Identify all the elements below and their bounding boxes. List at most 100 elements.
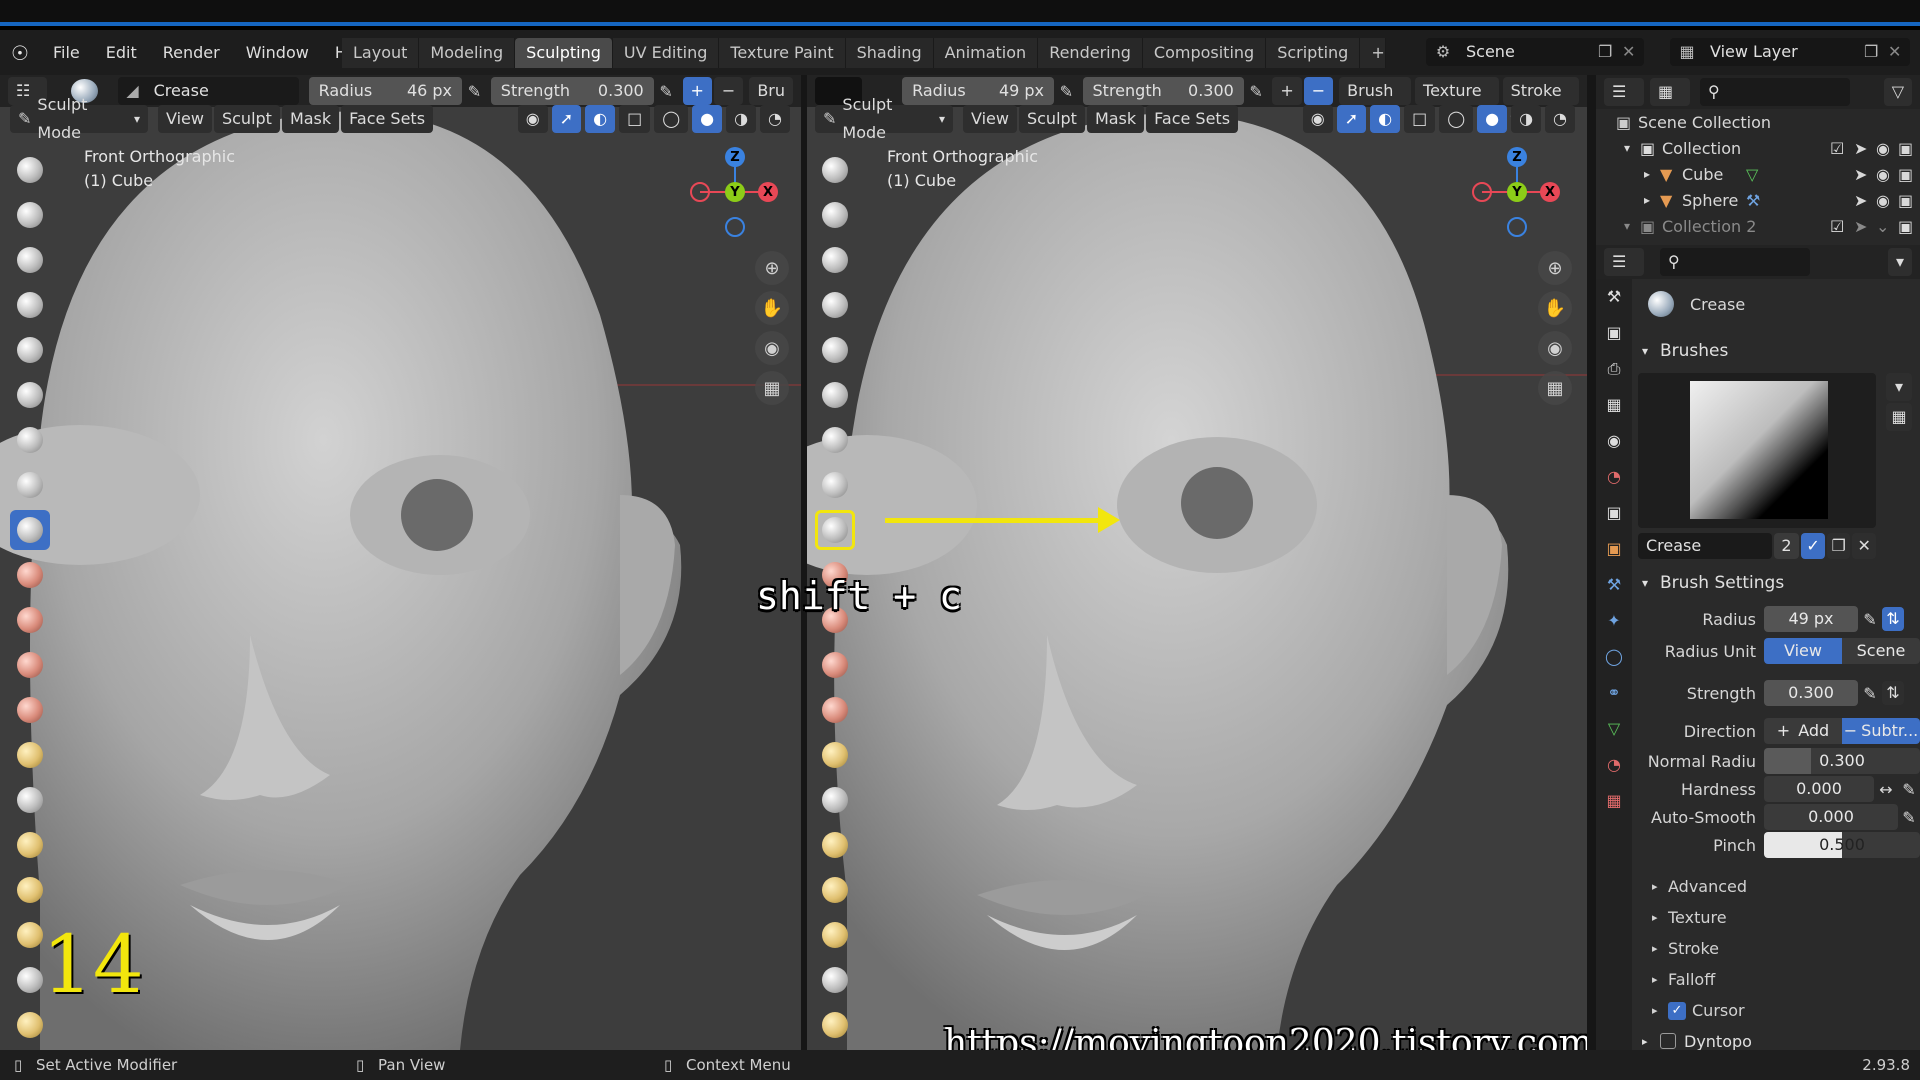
multiplane-scrape-brush-icon[interactable]: [10, 735, 50, 775]
properties-options-icon[interactable]: ▾: [1887, 248, 1912, 276]
properties-editor-type-icon[interactable]: ☰: [1604, 248, 1644, 276]
duplicate-brush-icon[interactable]: ❐: [1826, 533, 1851, 559]
overlay-toggle-icon[interactable]: ◐: [585, 105, 616, 133]
xray-toggle-icon[interactable]: □: [619, 105, 651, 133]
tab-rendering[interactable]: Rendering: [1038, 38, 1143, 68]
hardness-field[interactable]: 0.000: [1764, 776, 1874, 802]
brush-icon-button[interactable]: ▦: [1886, 403, 1912, 431]
left-radius-field[interactable]: Radius 46 px: [308, 77, 463, 105]
particles-tab-icon[interactable]: ✦: [1596, 603, 1632, 639]
view-layer-tab-icon[interactable]: ▦: [1596, 387, 1632, 423]
fill-brush-icon[interactable]: [10, 645, 50, 685]
right-crease-brush-icon[interactable]: [815, 510, 855, 550]
left-menu-sculpt[interactable]: Sculpt: [213, 105, 280, 133]
view-layer-selector[interactable]: ▦ View Layer ❐ ✕: [1670, 38, 1910, 66]
pinch-brush-icon[interactable]: [10, 780, 50, 820]
right-menu-sculpt[interactable]: Sculpt: [1018, 105, 1085, 133]
smooth-brush-icon[interactable]: [10, 555, 50, 595]
left-brush-menu[interactable]: Bru: [749, 77, 794, 105]
left-menu-view[interactable]: View: [158, 105, 212, 133]
right-ortho-grid-icon[interactable]: ▦: [1538, 371, 1572, 405]
outliner-row-collection[interactable]: ▾ ▣ Collection ☑ ➤ ◉ ▣: [1596, 135, 1920, 161]
right-radius-pressure-icon[interactable]: ✎: [1054, 82, 1079, 101]
flatten-brush-icon[interactable]: [10, 600, 50, 640]
tab-shading[interactable]: Shading: [845, 38, 934, 68]
right-elastic-deform-brush-icon[interactable]: [815, 870, 855, 910]
brush-thumbnail-frame[interactable]: [1638, 373, 1876, 528]
wireframe-shading-icon[interactable]: ◯: [654, 105, 689, 133]
left-viewport[interactable]: Front Orthographic (1) Cube Z X Y ⊕ ✋ ◉ …: [0, 75, 801, 1050]
tab-layout[interactable]: Layout: [342, 38, 420, 68]
brush-name-field[interactable]: Crease: [1638, 533, 1772, 559]
right-solid-shading-icon[interactable]: ●: [1477, 105, 1508, 133]
right-stroke-menu[interactable]: Stroke ▾: [1502, 77, 1579, 128]
right-direction-subtract-button[interactable]: −: [1303, 77, 1334, 105]
eye-hidden-icon[interactable]: ⌄: [1876, 217, 1898, 236]
filter-icon[interactable]: ▽: [1883, 78, 1912, 106]
eye-icon[interactable]: ◉: [1876, 165, 1898, 184]
render-tab-icon[interactable]: ▣: [1596, 315, 1632, 351]
right-grab-brush-icon[interactable]: [815, 825, 855, 865]
gizmo-toggle-icon[interactable]: ➚: [551, 105, 582, 133]
material-tab-icon[interactable]: ◔: [1596, 747, 1632, 783]
tab-sculpting[interactable]: Sculpting: [515, 38, 613, 68]
mesh-data-tab-icon[interactable]: ▽: [1596, 711, 1632, 747]
right-y-axis-icon[interactable]: Y: [1507, 182, 1527, 202]
clay-brush-icon[interactable]: [10, 240, 50, 280]
radius-pressure-icon[interactable]: ✎: [1858, 610, 1882, 629]
right-strength-field[interactable]: Strength 0.300: [1082, 77, 1244, 105]
advanced-subsection[interactable]: ▸ Advanced: [1652, 871, 1920, 902]
clay-thumb-brush-icon[interactable]: [10, 330, 50, 370]
dyntopo-checkbox[interactable]: [1660, 1033, 1676, 1049]
grab-brush-icon[interactable]: [10, 825, 50, 865]
right-neg-z-axis-icon[interactable]: [1507, 217, 1527, 237]
camera-render-icon[interactable]: ▣: [1898, 165, 1920, 184]
scene-selector[interactable]: ⚙ Scene ❐ ✕: [1426, 38, 1644, 66]
brush-settings-section-header[interactable]: ▾ Brush Settings: [1636, 563, 1920, 603]
right-draw-sharp-brush-icon[interactable]: [815, 195, 855, 235]
right-multiplane-scrape-brush-icon[interactable]: [815, 735, 855, 775]
right-rendered-shading-icon[interactable]: ◔: [1545, 105, 1575, 133]
left-strength-pressure-icon[interactable]: ✎: [654, 82, 679, 101]
right-pan-hand-icon[interactable]: ✋: [1538, 291, 1572, 325]
pose-brush-icon[interactable]: [10, 1005, 50, 1045]
falloff-subsection[interactable]: ▸ Falloff: [1652, 964, 1920, 995]
camera-icon[interactable]: ◉: [755, 331, 789, 365]
left-direction-add-button[interactable]: +: [682, 77, 712, 105]
brushes-section-header[interactable]: ▾ Brushes: [1636, 329, 1920, 373]
right-draw-brush-icon[interactable]: [815, 150, 855, 190]
tab-scripting[interactable]: Scripting: [1266, 38, 1361, 68]
expand-arrow-icon[interactable]: ▾: [1624, 219, 1640, 233]
right-navigation-gizmo[interactable]: Z X Y: [1472, 147, 1562, 237]
strength-unified-icon[interactable]: ⇅: [1882, 681, 1904, 705]
right-visibility-icon[interactable]: ◉: [1302, 105, 1333, 133]
right-layer-brush-icon[interactable]: [815, 375, 855, 415]
tab-modeling[interactable]: Modeling: [419, 38, 516, 68]
auto-smooth-field[interactable]: 0.000: [1764, 804, 1898, 830]
right-inflate-brush-icon[interactable]: [815, 420, 855, 460]
elastic-deform-brush-icon[interactable]: [10, 870, 50, 910]
eye-icon[interactable]: ◉: [1876, 139, 1898, 158]
eye-icon[interactable]: ◉: [1876, 191, 1898, 210]
collection-tab-icon[interactable]: ▣: [1596, 495, 1632, 531]
left-menu-face-sets[interactable]: Face Sets: [341, 105, 434, 133]
right-texture-menu[interactable]: Texture ▾: [1415, 77, 1499, 128]
right-neg-x-axis-icon[interactable]: [1472, 182, 1492, 202]
radius-unit-scene-option[interactable]: Scene: [1842, 638, 1920, 664]
right-clay-strips-brush-icon[interactable]: [815, 285, 855, 325]
right-direction-add-button[interactable]: +: [1272, 77, 1302, 105]
right-clay-thumb-brush-icon[interactable]: [815, 330, 855, 370]
right-wireframe-shading-icon[interactable]: ◯: [1439, 105, 1474, 133]
tab-compositing[interactable]: Compositing: [1142, 38, 1267, 68]
right-zoom-icon[interactable]: ⊕: [1538, 251, 1572, 285]
right-overlay-toggle-icon[interactable]: ◐: [1370, 105, 1401, 133]
select-arrow-icon[interactable]: ➤: [1854, 165, 1876, 184]
tool-tab-icon[interactable]: ⚒: [1596, 279, 1632, 315]
cursor-checkbox[interactable]: ✓: [1668, 1001, 1686, 1020]
right-mode-selector[interactable]: ✎ Sculpt Mode ▾: [815, 95, 953, 142]
scene-tab-icon[interactable]: ◉: [1596, 423, 1632, 459]
outliner-editor-type-icon[interactable]: ☰: [1604, 78, 1644, 106]
right-z-axis-icon[interactable]: Z: [1507, 147, 1527, 167]
expand-arrow-icon[interactable]: ▸: [1644, 167, 1660, 181]
left-mode-selector[interactable]: ✎ Sculpt Mode ▾: [10, 95, 148, 142]
